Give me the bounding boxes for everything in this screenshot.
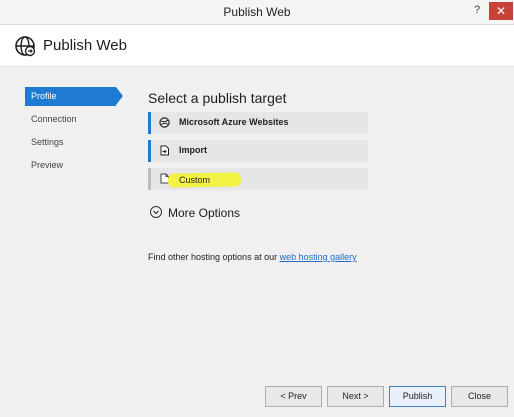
target-label: Import (179, 145, 207, 155)
section-heading: Select a publish target (148, 90, 287, 106)
web-hosting-gallery-link[interactable]: web hosting gallery (280, 252, 357, 262)
nav-item-settings[interactable]: Settings (25, 133, 116, 152)
target-label: Custom (179, 175, 211, 185)
window-close-button[interactable]: ✕ (489, 2, 513, 20)
title-bar: Publish Web ? ✕ (0, 0, 514, 25)
publish-button[interactable]: Publish (389, 386, 446, 407)
prev-button[interactable]: < Prev (265, 386, 322, 407)
nav-item-connection[interactable]: Connection (25, 110, 116, 129)
help-button[interactable]: ? (474, 4, 480, 16)
import-icon (160, 145, 169, 156)
azure-icon (159, 117, 170, 128)
close-button[interactable]: Close (451, 386, 508, 407)
find-text: Find other hosting options at our (148, 252, 280, 262)
nav-item-profile[interactable]: Profile (25, 87, 116, 106)
target-import[interactable]: Import (148, 140, 368, 162)
nav-active-arrow (116, 87, 123, 105)
next-button[interactable]: Next > (327, 386, 384, 407)
globe-icon (15, 36, 36, 57)
nav-item-preview[interactable]: Preview (25, 156, 116, 175)
page-title: Publish Web (43, 37, 127, 54)
target-label: Microsoft Azure Websites (179, 117, 289, 127)
header: Publish Web (0, 25, 514, 67)
target-azure-websites[interactable]: Microsoft Azure Websites (148, 112, 368, 134)
window-title: Publish Web (223, 5, 291, 19)
more-options-label: More Options (168, 206, 241, 220)
chevron-down-icon (150, 206, 162, 218)
hosting-options-text: Find other hosting options at our web ho… (148, 252, 357, 262)
